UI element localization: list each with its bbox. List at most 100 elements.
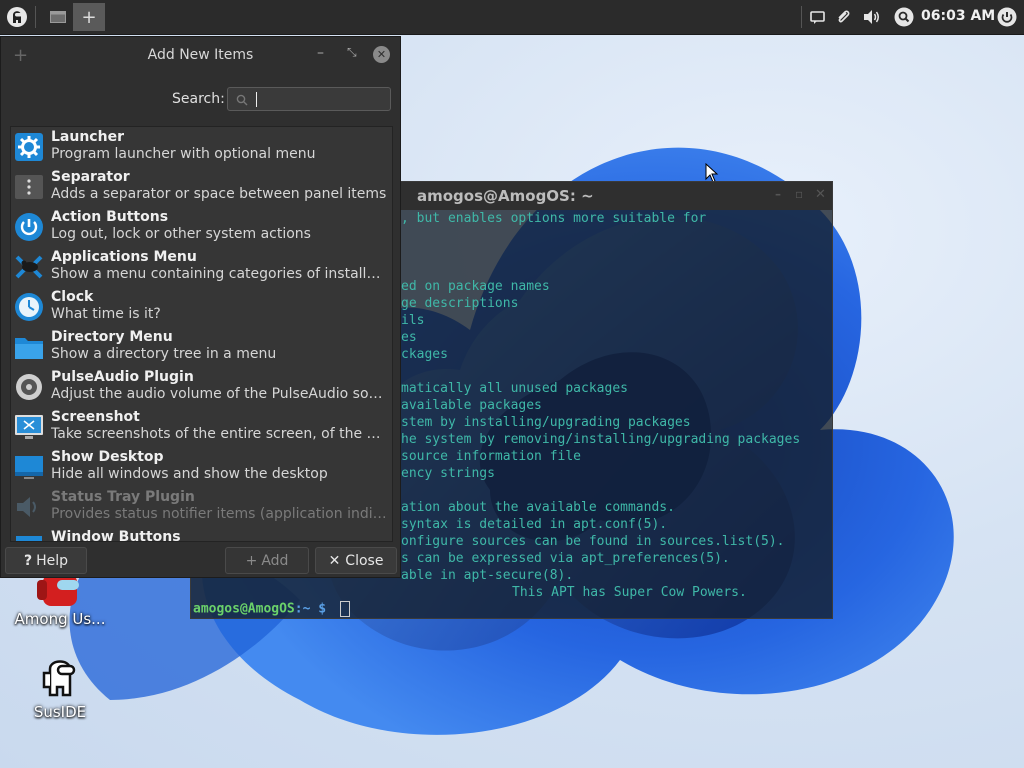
terminal-title: amogos@AmogOS: ~ [417,187,594,205]
prompt-path: :~ $ [294,601,327,617]
terminal-close-button[interactable]: ✕ [815,187,826,202]
prompt-user: amogos@AmogOS [193,601,295,617]
item-description: Hide all windows and show the desktop [51,466,328,482]
list-item-launcher[interactable]: Launcher Program launcher with optional … [11,127,392,167]
list-item-separator[interactable]: Separator Adds a separator or space betw… [11,167,392,207]
terminal-line: able in apt-secure(8). [401,568,574,583]
add-button[interactable]: + Add [225,547,309,574]
search-icon [894,7,914,27]
item-description: Log out, lock or other system actions [51,226,311,242]
terminal-line: ation about the available commands. [401,500,675,515]
speaker-icon [864,10,879,24]
item-name: Directory Menu [51,329,173,345]
clock-icon [15,293,43,321]
terminal-line: stem by installing/upgrading packages [401,415,691,430]
terminal-line: ckages [401,347,448,362]
panel-separator [801,6,802,28]
terminal-line: This APT has Super Cow Powers. [512,585,747,600]
terminal-line: s can be expressed via apt_preferences(5… [401,551,730,566]
session-menu-button[interactable] [996,3,1018,31]
item-description: Show a menu containing categories of ins… [51,266,388,282]
search-input[interactable] [227,87,391,111]
list-item-clock[interactable]: Clock What time is it? [11,287,392,327]
chat-bubble-icon [809,10,825,24]
terminal-cursor [339,601,350,617]
terminal-line: available packages [401,398,542,413]
terminal-line: onfigure sources can be found in sources… [401,534,785,549]
search-label: Search: [172,91,225,107]
close-icon: ✕ [328,552,341,569]
terminal-line: ils [401,313,425,328]
panel-separator [35,6,36,28]
desktop-icon-suside[interactable]: SusIDE [5,655,115,721]
close-label: Close [345,552,384,569]
xfce-mouse-icon [15,255,43,279]
item-name: Status Tray Plugin [51,489,195,505]
tray-icon [17,497,36,517]
paperclip-icon [838,10,850,23]
search-button[interactable] [892,3,916,31]
add-workspace-button[interactable]: + [73,3,105,31]
speaker-icon [16,374,42,400]
list-item-show-desktop[interactable]: Show Desktop Hide all windows and show t… [11,447,392,487]
item-description: Program launcher with optional menu [51,146,316,162]
help-button[interactable]: ? Help [5,547,87,574]
list-item-pulseaudio-plugin[interactable]: PulseAudio Plugin Adjust the audio volum… [11,367,392,407]
list-item-status-tray-plugin[interactable]: Status Tray Plugin Provides status notif… [11,487,392,527]
terminal-line: he system by removing/installing/upgradi… [401,432,801,447]
terminal-line: source information file [401,449,582,464]
list-item-applications-menu[interactable]: Applications Menu Show a menu containing… [11,247,392,287]
item-description: What time is it? [51,306,161,322]
list-item-action-buttons[interactable]: Action Buttons Log out, lock or other sy… [11,207,392,247]
notifications-button[interactable] [807,3,827,31]
gear-icon [15,133,43,161]
help-icon: ? [23,552,33,569]
item-name: Separator [51,169,130,185]
item-description: Show a directory tree in a menu [51,346,277,362]
plus-icon: + [81,6,97,28]
terminal-minimize-button[interactable]: – [775,187,781,201]
dialog-close-button[interactable]: ✕ [373,46,390,63]
list-item-screenshot[interactable]: Screenshot Take screenshots of the entir… [11,407,392,447]
power-icon [997,7,1017,27]
item-name: Launcher [51,129,124,145]
window-icon [16,536,42,541]
terminal-maximize-button[interactable]: ▫ [795,187,803,201]
item-description: Take screenshots of the entire screen, o… [51,426,388,442]
terminal-line: matically all unused packages [401,381,628,396]
show-desktop-button[interactable] [44,3,72,31]
dialog-titlebar[interactable]: + Add New Items – ⤡ ✕ [1,37,400,73]
dialog-minimize-button[interactable]: – [317,45,324,61]
item-name: Window Buttons [51,529,181,542]
desktop-icon-among-us[interactable]: Among Us... [5,574,115,628]
whisker-menu-button[interactable] [4,3,30,31]
crewmate-outline-icon [42,660,76,697]
item-name: Action Buttons [51,209,169,225]
folder-icon [15,338,43,359]
window-icon [50,11,66,23]
terminal-prompt[interactable]: amogos@AmogOS:~ $ [193,601,350,617]
list-item-directory-menu[interactable]: Directory Menu Show a directory tree in … [11,327,392,367]
close-button[interactable]: ✕ Close [315,547,397,574]
list-item-window-buttons[interactable]: Window Buttons [11,527,392,542]
volume-button[interactable] [861,3,883,31]
power-icon [15,213,43,241]
amogos-logo-icon [7,7,27,27]
item-name: Show Desktop [51,449,164,465]
desktop-icon [15,456,43,479]
terminal-line: es [401,330,417,345]
plugin-list[interactable]: Launcher Program launcher with optional … [10,126,393,542]
item-name: Clock [51,289,94,305]
clipboard-button[interactable] [833,3,853,31]
text-cursor [256,92,257,107]
top-panel: + 06:03 AM [0,0,1024,35]
terminal-line: ge descriptions [401,296,519,311]
panel-clock[interactable]: 06:03 AM [921,8,995,24]
add-new-items-dialog[interactable]: + Add New Items – ⤡ ✕ Search: Launcher P… [0,36,401,578]
mouse-cursor-icon [705,163,719,183]
item-name: Screenshot [51,409,140,425]
separator-icon [15,175,43,199]
dialog-maximize-button[interactable]: ⤡ [347,45,357,60]
add-label: Add [261,552,289,569]
plus-icon: + [245,552,258,569]
